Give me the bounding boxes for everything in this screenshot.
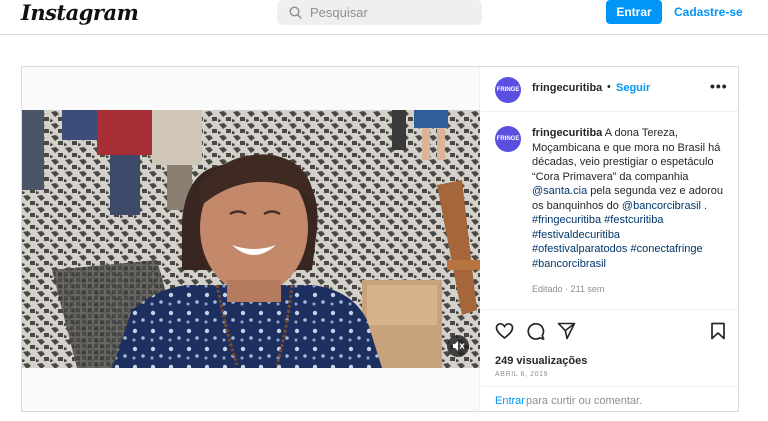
username-link[interactable]: fringecuritiba — [532, 82, 602, 94]
mute-icon — [453, 341, 465, 351]
comment-icon[interactable] — [526, 322, 545, 340]
post-date[interactable]: ABRIL 6, 2019 — [495, 371, 548, 378]
separator-dot: • — [607, 81, 611, 93]
comment-prompt: para curtir ou comentar. — [526, 395, 643, 407]
video-player[interactable] — [22, 110, 480, 368]
post-card: FRINGE fringecuritiba • Seguir ••• FRING… — [21, 66, 739, 412]
top-navigation-bar: Instagram Pesquisar Entrar Cadastre-se — [0, 0, 768, 35]
bookmark-icon[interactable] — [710, 322, 726, 340]
more-options-icon[interactable]: ••• — [710, 78, 728, 94]
hashtag-link[interactable]: #festivaldecuritiba — [532, 229, 620, 241]
action-bar — [481, 318, 738, 344]
hashtag-link[interactable]: #conectafringe — [630, 243, 702, 255]
post-sidebar: FRINGE fringecuritiba • Seguir ••• FRING… — [481, 67, 738, 411]
post-media — [22, 67, 480, 411]
hashtag-link[interactable]: #ofestivalparatodos — [532, 243, 627, 255]
caption-body-3: . — [700, 199, 708, 212]
hashtag-link[interactable]: #fringecuritiba — [532, 214, 601, 226]
signup-link[interactable]: Cadastre-se — [674, 5, 743, 19]
heart-icon[interactable] — [495, 322, 514, 340]
comment-login-link[interactable]: Entrar — [495, 395, 525, 407]
avatar[interactable]: FRINGE — [495, 77, 521, 103]
mention-link[interactable]: @santa.cia — [532, 185, 587, 197]
follow-button[interactable]: Seguir — [616, 82, 650, 94]
caption-text: fringecuritiba A dona Tereza, Moçambican… — [532, 126, 732, 271]
caption-meta: Editado · 211 sem — [532, 284, 605, 294]
hashtag-link[interactable]: #bancorcibrasil — [532, 258, 606, 270]
search-input[interactable]: Pesquisar — [277, 0, 482, 25]
login-button[interactable]: Entrar — [606, 0, 662, 24]
mute-button[interactable] — [447, 335, 469, 357]
share-icon[interactable] — [557, 322, 576, 340]
search-placeholder: Pesquisar — [310, 5, 368, 20]
view-count[interactable]: 249 visualizações — [495, 355, 587, 367]
caption-avatar[interactable]: FRINGE — [495, 126, 521, 152]
video-frame — [22, 110, 480, 368]
post-caption: FRINGE fringecuritiba A dona Tereza, Moç… — [481, 112, 738, 310]
comment-login-bar: Entrar para curtir ou comentar. — [481, 386, 738, 411]
search-icon — [289, 6, 302, 19]
instagram-logo[interactable]: Instagram — [21, 0, 139, 25]
mention-link[interactable]: @bancorcibrasil — [622, 200, 701, 212]
hashtag-link[interactable]: #festcuritiba — [604, 214, 663, 226]
post-header: FRINGE fringecuritiba • Seguir ••• — [481, 67, 738, 112]
caption-username[interactable]: fringecuritiba — [532, 127, 602, 139]
